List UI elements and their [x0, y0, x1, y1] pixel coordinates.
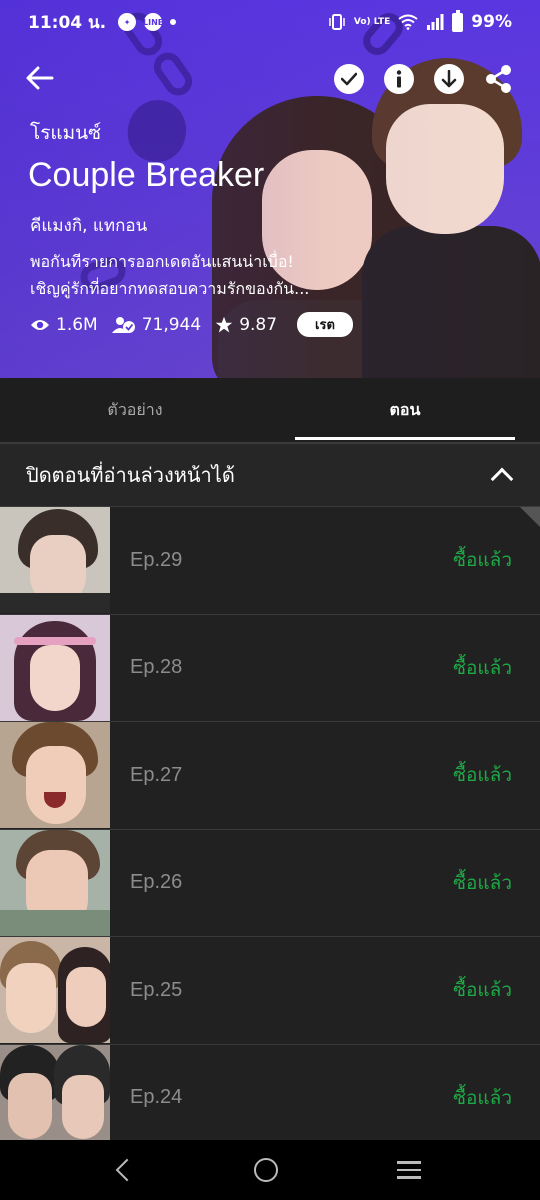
episode-title: Ep.25 — [130, 978, 183, 1001]
tab-episodes[interactable]: ตอน — [270, 378, 540, 442]
nav-back-icon[interactable] — [116, 1158, 139, 1182]
rating-value: 9.87 — [239, 314, 278, 335]
genre-label: โรแมนซ์ — [30, 122, 102, 144]
top-actions — [334, 64, 514, 94]
episode-thumbnail — [0, 614, 110, 721]
subscribers-stat: 71,944 — [111, 314, 202, 335]
rate-button[interactable]: เรต — [297, 312, 353, 337]
info-icon — [396, 70, 402, 88]
volte-label: Vo) LTE — [353, 16, 391, 27]
messenger-icon: ✦ — [118, 13, 137, 31]
arrow-left-icon — [26, 66, 54, 90]
episode-thumbnail — [0, 722, 110, 829]
status-bar: 11:04 น. ✦ LINE Vo) LTE 99% — [0, 0, 540, 44]
episode-thumbnail — [0, 1044, 110, 1151]
episode-row[interactable]: Ep.27 ซื้อแล้ว — [0, 722, 540, 830]
episode-status: ซื้อแล้ว — [453, 871, 512, 894]
episode-title: Ep.26 — [130, 871, 183, 894]
description-line: เชิญคู่รักที่อยากทดสอบความรักของกัน... — [30, 279, 310, 298]
episode-status: ซื้อแล้ว — [453, 979, 512, 1002]
wifi-icon — [398, 14, 418, 30]
back-button[interactable] — [22, 60, 58, 96]
share-button[interactable] — [484, 64, 514, 94]
notification-icons: ✦ LINE — [118, 13, 177, 31]
episode-row[interactable]: Ep.25 ซื้อแล้ว — [0, 937, 540, 1045]
series-title: Couple Breaker — [28, 156, 265, 194]
episode-title: Ep.28 — [130, 656, 183, 679]
episode-thumbnail — [0, 507, 110, 614]
views-stat: 1.6M — [30, 315, 98, 335]
nav-home-icon[interactable] — [253, 1158, 278, 1182]
line-icon: LINE — [143, 13, 163, 31]
episode-thumbnail — [0, 829, 110, 936]
series-description: พอกันทีรายการออกเดตอันแสนน่าเบื่อ! เชิญค… — [30, 248, 340, 302]
series-stats: 1.6M 71,944 9.87 เรต — [30, 312, 353, 337]
episode-title: Ep.24 — [130, 1086, 183, 1109]
signal-icon — [427, 14, 444, 30]
share-icon — [486, 65, 511, 93]
episode-status: ซื้อแล้ว — [453, 764, 512, 787]
system-icons: Vo) LTE 99% — [328, 9, 512, 32]
episode-row[interactable]: Ep.29 ซื้อแล้ว — [0, 507, 540, 615]
hero-banner: 11:04 น. ✦ LINE Vo) LTE 99% โรแมนซ์ Coup… — [0, 0, 540, 378]
episode-row[interactable]: Ep.28 ซื้อแล้ว — [0, 614, 540, 722]
chevron-up-icon — [490, 467, 514, 491]
star-icon — [215, 316, 233, 332]
subscribers-count: 71,944 — [141, 314, 202, 335]
tab-bar: ตัวอย่าง ตอน — [0, 378, 540, 442]
more-notifications-icon — [170, 19, 177, 25]
subscriber-icon — [111, 316, 135, 333]
episode-thumbnail — [0, 937, 110, 1044]
episode-row[interactable]: Ep.26 ซื้อแล้ว — [0, 829, 540, 937]
status-time: 11:04 น. — [28, 12, 107, 33]
episode-title: Ep.27 — [130, 763, 183, 786]
check-button[interactable] — [334, 64, 364, 94]
hide-advance-episodes-toggle[interactable]: ปิดตอนที่อ่านล่วงหน้าได้ — [0, 444, 540, 507]
episode-title: Ep.29 — [130, 548, 183, 571]
eye-icon — [31, 319, 49, 330]
check-circle-icon — [341, 72, 357, 86]
description-line: พอกันทีรายการออกเดตอันแสนน่าเบื่อ! — [30, 252, 294, 271]
info-button[interactable] — [384, 64, 414, 94]
series-authors: คีแมงกิ, แทกอน — [30, 216, 148, 236]
battery-icon — [452, 9, 464, 32]
episode-status: ซื้อแล้ว — [453, 656, 512, 679]
episode-row[interactable]: Ep.24 ซื้อแล้ว — [0, 1044, 540, 1152]
corner-marker — [520, 507, 540, 527]
download-button[interactable] — [434, 64, 464, 94]
download-icon — [441, 70, 457, 88]
toggle-label: ปิดตอนที่อ่านล่วงหน้าได้ — [26, 463, 235, 487]
episode-status: ซื้อแล้ว — [453, 1086, 512, 1109]
battery-percent: 99% — [471, 12, 512, 32]
tab-preview[interactable]: ตัวอย่าง — [0, 378, 270, 442]
episode-list: Ep.29 ซื้อแล้ว Ep.28 ซื้อแล้ว Ep.27 ซื้อ… — [0, 507, 540, 1152]
episode-status: ซื้อแล้ว — [453, 549, 512, 572]
vibrate-icon — [329, 14, 345, 30]
views-count: 1.6M — [56, 314, 98, 335]
nav-recents-icon[interactable] — [396, 1161, 421, 1179]
rating-stat: 9.87 — [215, 315, 277, 335]
system-nav-bar — [0, 1140, 540, 1200]
